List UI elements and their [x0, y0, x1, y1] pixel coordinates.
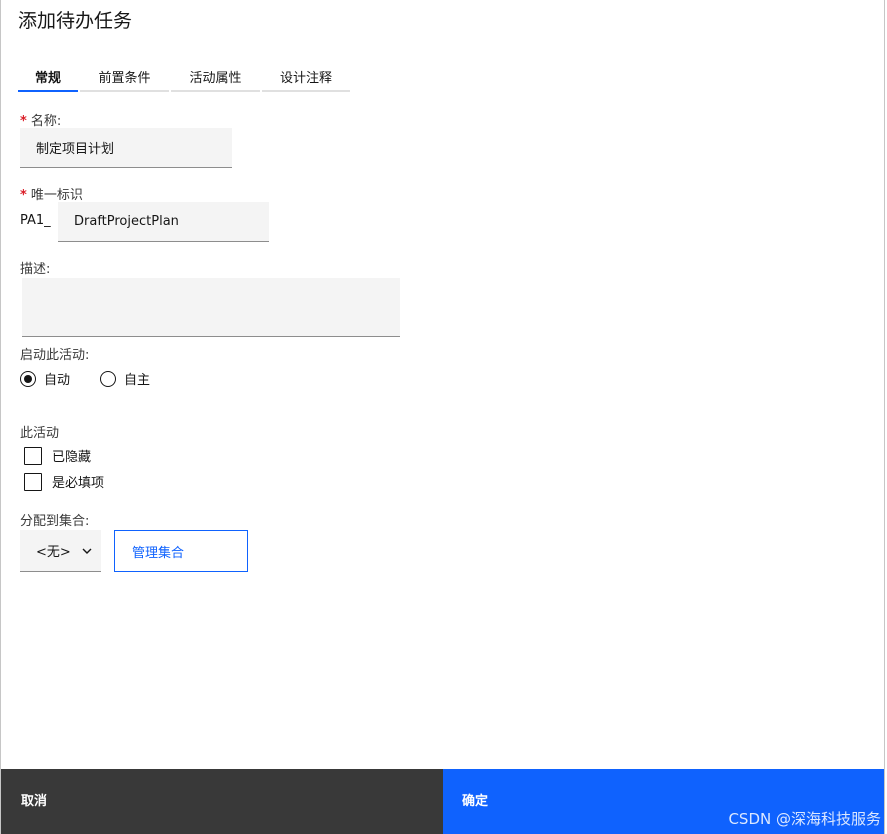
radio-manual-label: 自主: [124, 373, 151, 388]
checkbox-hidden[interactable]: 已隐藏: [24, 446, 91, 465]
watermark: CSDN @深海科技服务: [728, 810, 881, 828]
start-activity-label: 启动此活动:: [20, 348, 90, 363]
id-prefix: PA1_: [20, 213, 51, 228]
tab-activity-properties[interactable]: 活动属性: [171, 62, 260, 92]
manage-collections-button[interactable]: 管理集合: [114, 530, 248, 572]
checkbox-hidden-box: [24, 446, 42, 465]
tab-preconditions-label: 前置条件: [98, 70, 151, 86]
id-label: 唯一标识: [30, 188, 83, 203]
tab-design-notes-label: 设计注释: [279, 70, 332, 86]
radio-auto-circle: [20, 370, 36, 387]
assign-collection-label: 分配到集合:: [20, 514, 90, 529]
tab-bar: 常规 前置条件 活动属性 设计注释: [18, 62, 352, 92]
tab-activity-properties-label: 活动属性: [189, 70, 242, 86]
checkbox-required[interactable]: 是必填项: [24, 472, 104, 491]
checkbox-required-label: 是必填项: [52, 476, 105, 491]
dialog-title: 添加待办任务: [18, 10, 133, 32]
id-input[interactable]: DraftProjectPlan: [58, 202, 269, 242]
this-activity-label: 此活动: [20, 426, 60, 441]
radio-manual-circle: [100, 370, 116, 387]
id-input-value: DraftProjectPlan: [74, 214, 179, 229]
cancel-button-label: 取消: [21, 794, 48, 809]
tab-design-notes[interactable]: 设计注释: [262, 62, 350, 92]
tab-preconditions[interactable]: 前置条件: [80, 62, 169, 92]
name-input[interactable]: 制定项目计划: [20, 128, 232, 168]
name-input-value: 制定项目计划: [36, 142, 115, 157]
manage-collections-label: 管理集合: [132, 545, 185, 561]
description-label: 描述:: [20, 262, 51, 277]
description-textarea[interactable]: [22, 278, 400, 337]
collection-select-value: <无>: [36, 545, 71, 560]
radio-manual[interactable]: 自主: [100, 369, 150, 388]
chevron-down-icon: [82, 548, 92, 554]
name-label-row: * 名称:: [20, 110, 61, 129]
tab-general[interactable]: 常规: [18, 62, 78, 92]
radio-auto[interactable]: 自动: [20, 369, 70, 388]
name-label: 名称:: [30, 114, 62, 129]
radio-auto-label: 自动: [44, 373, 71, 388]
collection-select[interactable]: <无>: [20, 530, 101, 572]
required-mark: *: [20, 188, 27, 203]
ok-button-label: 确定: [462, 794, 489, 809]
required-mark: *: [20, 114, 27, 129]
id-label-row: * 唯一标识: [20, 184, 83, 203]
checkbox-hidden-label: 已隐藏: [52, 450, 92, 465]
cancel-button[interactable]: 取消: [1, 769, 443, 834]
checkbox-required-box: [24, 472, 42, 491]
add-todo-task-dialog: 添加待办任务 常规 前置条件 活动属性 设计注释 * 名称: 制定项目计划 * 唯一…: [0, 0, 885, 834]
tab-general-label: 常规: [34, 70, 61, 86]
